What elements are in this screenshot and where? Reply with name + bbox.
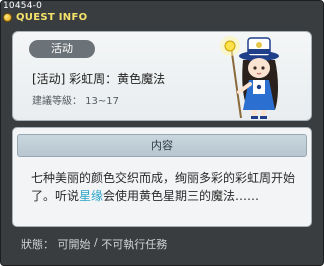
quest-summary-panel: 活动 [活动] 彩虹周：黄色魔法 建議等級： 13~17 xyxy=(12,31,312,121)
category-badge: 活动 xyxy=(29,40,95,58)
content-text-part2: 会使用黄色星期三的魔法…… xyxy=(103,189,260,203)
content-header: 内容 xyxy=(17,134,307,157)
quest-name: [活动] 彩虹周：黄色魔法 xyxy=(32,72,166,86)
npc-name-highlight[interactable]: 星缘 xyxy=(79,189,103,203)
quest-content-panel: 内容 七种美丽的颜色交织而成，绚丽多彩的彩虹周开始了。听说星缘会使用黄色星期三的… xyxy=(12,127,312,227)
content-description: 七种美丽的颜色交织而成，绚丽多彩的彩虹周开始了。听说星缘会使用黄色星期三的魔法…… xyxy=(31,169,307,205)
window-title: QUEST INFO xyxy=(16,11,88,23)
status-value: 可開始 xyxy=(57,238,91,251)
quest-info-window: 10454-0 QUEST INFO 活动 [活动] 彩虹周：黄色魔法 建議等級… xyxy=(0,0,324,266)
title-bar[interactable]: QUEST INFO xyxy=(1,10,323,24)
quest-status: 狀態： 可開始 / 不可執行任務 xyxy=(21,236,167,252)
quest-coin-icon xyxy=(3,12,12,22)
status-separator: / xyxy=(90,236,102,249)
status-label: 狀態： xyxy=(21,238,58,251)
npc-lamp-girl-icon xyxy=(220,36,279,119)
recommended-level: 建議等級： 13~17 xyxy=(32,96,120,107)
status-note: 不可執行任務 xyxy=(101,238,168,251)
